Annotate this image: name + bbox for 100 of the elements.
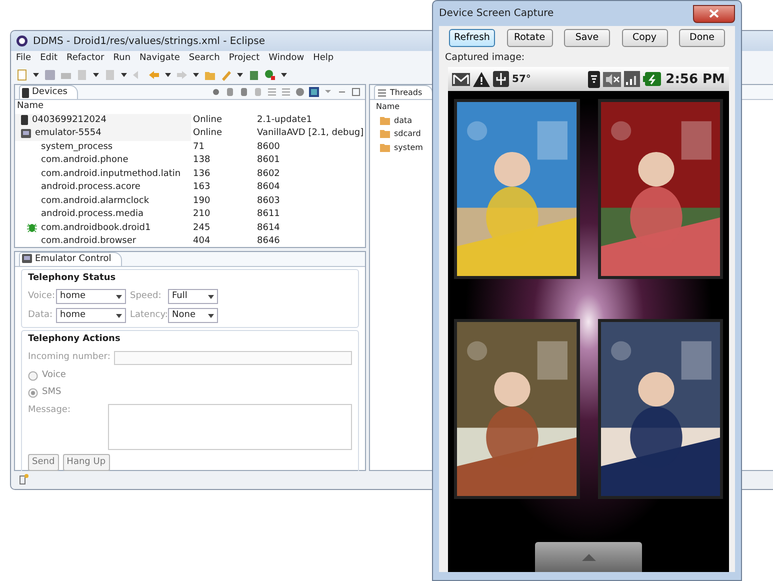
menu-item[interactable]: Navigate xyxy=(140,52,180,66)
dialog-button[interactable]: Rotate xyxy=(506,29,552,47)
table-cell-text: 71 xyxy=(192,140,206,154)
up-arrow-icon xyxy=(582,554,596,560)
process-name[interactable]: com.android.phone xyxy=(41,154,128,168)
menu-item[interactable]: Search xyxy=(188,52,220,66)
menu-item[interactable]: Run xyxy=(113,52,131,66)
document-icon[interactable] xyxy=(16,69,28,81)
field-label: Speed: xyxy=(130,290,162,304)
process-name[interactable]: android.process.acore xyxy=(41,181,140,194)
muted-speaker-icon xyxy=(602,72,621,87)
radio-label: Voice xyxy=(42,368,66,382)
radio-button[interactable] xyxy=(28,388,38,398)
dropdown[interactable]: None xyxy=(168,308,218,324)
folder-name[interactable]: data xyxy=(394,114,412,127)
left-arrow-icon[interactable] xyxy=(148,69,160,81)
table-cell-text: 8646 xyxy=(256,235,281,248)
tab-label: Threads xyxy=(390,86,422,98)
run-icon[interactable] xyxy=(264,69,276,81)
table-cell-text: 404 xyxy=(192,235,212,248)
folder-name[interactable]: sdcard xyxy=(394,127,421,140)
field-label: Message: xyxy=(28,404,72,417)
radio-button[interactable] xyxy=(28,370,38,381)
group-label: Telephony Status xyxy=(28,272,117,285)
action-button[interactable]: Send xyxy=(28,454,59,472)
table-cell-text: Online xyxy=(192,127,224,140)
process-name[interactable]: com.android.alarmclock xyxy=(41,194,150,208)
field-label: Voice: xyxy=(28,290,52,304)
dropdown-value: None xyxy=(172,309,196,322)
dropdown[interactable]: home xyxy=(56,289,126,304)
menu-item[interactable]: Help xyxy=(313,52,334,66)
dialog-button[interactable]: Copy xyxy=(622,29,668,47)
devices-tab[interactable]: Devices xyxy=(19,85,78,99)
table-cell-text: 8604 xyxy=(256,181,281,194)
folder-name[interactable]: system xyxy=(394,140,423,154)
table-cell-text: 8603 xyxy=(256,194,281,208)
column-header[interactable]: Name xyxy=(15,100,191,114)
menu-item[interactable]: Refactor xyxy=(66,52,104,66)
process-name[interactable]: system_process xyxy=(41,140,113,154)
window-title: Device Screen Capture xyxy=(439,7,554,21)
action-button[interactable]: Hang Up xyxy=(62,454,110,472)
threads-icon[interactable] xyxy=(267,87,277,97)
page-icon[interactable] xyxy=(76,69,88,81)
column-header[interactable]: Name xyxy=(376,100,400,114)
field-label: Incoming number: xyxy=(28,351,110,364)
threads-icon xyxy=(377,88,387,98)
caret-icon xyxy=(208,314,214,318)
table-cell-text: 210 xyxy=(192,208,212,221)
group-label: Telephony Actions xyxy=(28,333,122,346)
process-name[interactable]: com.android.browser xyxy=(41,235,136,248)
field-label: Data: xyxy=(28,309,52,322)
radio-label: SMS xyxy=(42,386,62,400)
dialog-button[interactable]: Refresh xyxy=(449,29,495,47)
table-cell-text: VanillaAVD [2.1, debug] xyxy=(256,127,364,140)
usb-icon xyxy=(493,71,509,88)
menu-item[interactable]: Edit xyxy=(40,52,58,66)
maximize-icon[interactable] xyxy=(351,87,361,97)
threads-tab[interactable]: Threads xyxy=(374,85,434,99)
table-cell-text: Online xyxy=(192,114,224,126)
dropdown-value: home xyxy=(60,309,86,322)
process-name[interactable]: com.androidbook.droid1 xyxy=(41,222,151,235)
emulator-icon xyxy=(22,254,32,264)
caret-icon xyxy=(208,294,214,299)
process-name[interactable]: android.process.media xyxy=(41,208,144,222)
menu-item[interactable]: File xyxy=(16,52,32,66)
dialog-button[interactable]: Done xyxy=(679,29,725,47)
table-cell-text: 163 xyxy=(192,181,212,194)
table-cell-text: 8602 xyxy=(256,168,281,180)
battery-icon xyxy=(642,72,661,86)
table-cell-text: 8600 xyxy=(256,140,281,154)
caret-icon xyxy=(116,314,122,318)
dropdown[interactable]: Full xyxy=(168,289,218,304)
menu-item[interactable]: Project xyxy=(228,52,260,66)
page-icon[interactable] xyxy=(104,69,116,81)
phone-icon xyxy=(21,115,28,126)
signal-icon xyxy=(624,71,640,88)
new-device-icon xyxy=(19,473,29,486)
emulator-icon xyxy=(21,128,31,139)
menu-item[interactable]: Window xyxy=(268,52,304,66)
drawer-handle[interactable] xyxy=(535,542,642,572)
close-icon xyxy=(709,9,719,18)
dropdown-value: Full xyxy=(172,290,188,304)
eclipse-icon xyxy=(16,34,28,47)
dropdown[interactable]: home xyxy=(56,308,126,324)
close-button[interactable] xyxy=(693,4,735,22)
dialog-button[interactable]: Save xyxy=(564,29,610,47)
pencil-icon[interactable] xyxy=(220,69,232,81)
window-title: DDMS - Droid1/res/values/strings.xml - Eclipse xyxy=(33,34,266,48)
threads-icon[interactable] xyxy=(281,87,291,97)
table-cell-text: 8601 xyxy=(256,154,281,167)
caret-icon xyxy=(116,294,122,299)
emulator-control-tab[interactable]: Emulator Control xyxy=(19,252,122,266)
table-cell-text: 138 xyxy=(192,154,212,167)
screen-capture-icon[interactable] xyxy=(309,87,319,97)
right-arrow-icon[interactable] xyxy=(176,69,188,81)
table-cell-text: 8614 xyxy=(256,222,281,234)
warning-icon xyxy=(473,72,490,87)
folder-icon[interactable] xyxy=(204,69,216,81)
tab-label: Devices xyxy=(32,86,68,99)
process-name[interactable]: com.android.inputmethod.latin xyxy=(41,168,181,181)
